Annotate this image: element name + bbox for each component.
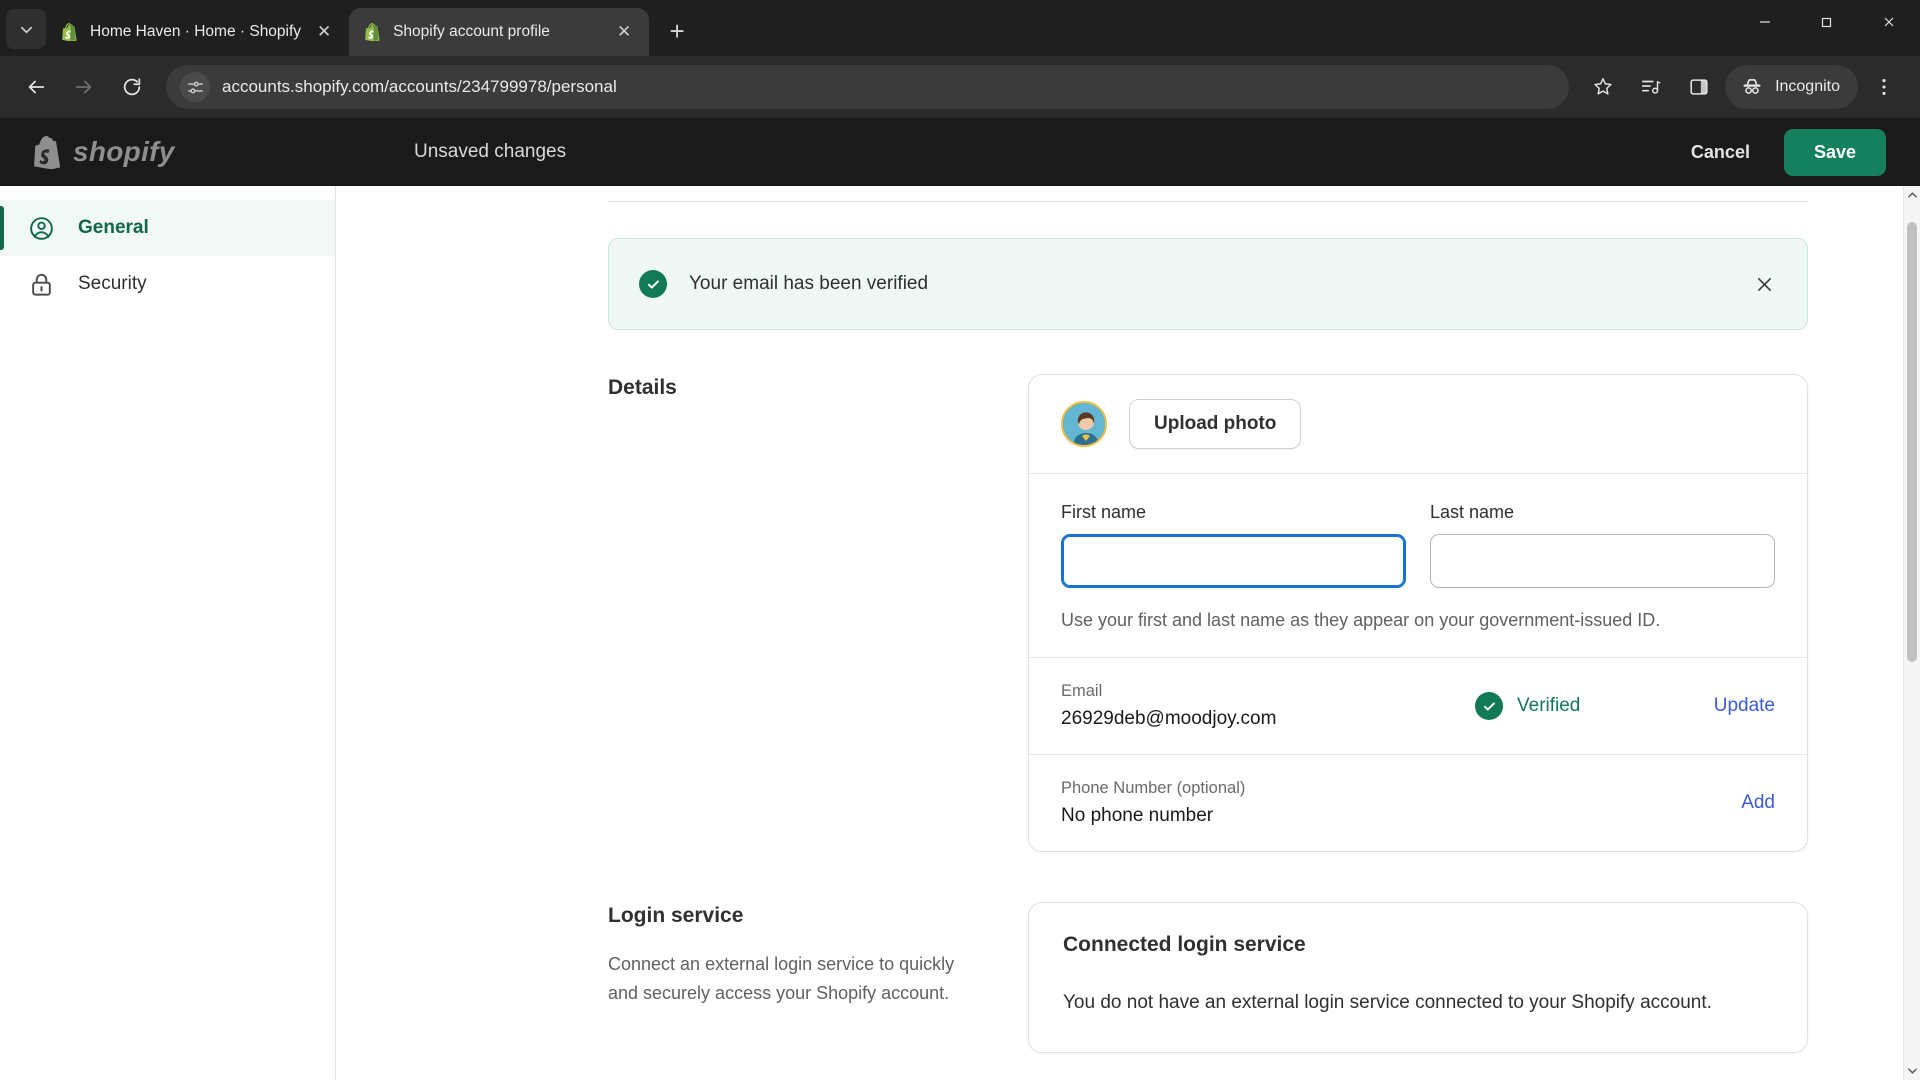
- window-controls: [1734, 0, 1920, 44]
- page-viewport: shopify Unsaved changes Cancel Save Gene…: [0, 118, 1920, 1080]
- scrollbar-thumb[interactable]: [1907, 222, 1917, 662]
- email-info: Email 26929deb@moodjoy.com: [1061, 682, 1475, 730]
- name-helper-text: Use your first and last name as they app…: [1061, 610, 1661, 630]
- first-name-field: First name: [1061, 502, 1406, 588]
- browser-toolbar: accounts.shopify.com/accounts/234799978/…: [0, 56, 1920, 118]
- shopify-favicon-icon: [60, 22, 80, 42]
- avatar[interactable]: [1061, 401, 1107, 447]
- scroll-up-arrow-icon[interactable]: [1904, 186, 1920, 203]
- sidebar-item-security[interactable]: Security: [0, 256, 335, 312]
- unsaved-changes-label: Unsaved changes: [414, 141, 567, 162]
- new-tab-plus-icon[interactable]: +: [657, 11, 697, 51]
- incognito-indicator[interactable]: Incognito: [1725, 65, 1858, 109]
- banner-close-icon[interactable]: [1747, 267, 1781, 301]
- incognito-hat-icon: [1737, 72, 1767, 102]
- connected-login-service-card: Connected login service You do not have …: [1028, 902, 1808, 1054]
- email-row: Email 26929deb@moodjoy.com Verified Upda…: [1029, 658, 1807, 754]
- browser-window: Home Haven · Home · Shopify ✕ Shopify ac…: [0, 0, 1920, 1080]
- window-close-icon[interactable]: [1858, 0, 1920, 44]
- phone-row: Phone Number (optional) No phone number …: [1029, 755, 1807, 851]
- connected-login-service-body: You do not have an external login servic…: [1063, 992, 1712, 1013]
- site-settings-icon[interactable]: [180, 72, 210, 102]
- last-name-field: Last name: [1430, 502, 1775, 588]
- add-phone-link[interactable]: Add: [1695, 792, 1775, 814]
- sidebar-item-label: Security: [78, 273, 147, 294]
- check-circle-icon: [1475, 692, 1503, 720]
- incognito-label: Incognito: [1775, 78, 1840, 95]
- content-top-divider: [608, 201, 1808, 202]
- email-label: Email: [1061, 682, 1103, 700]
- tab-title: Home Haven · Home · Shopify: [90, 23, 302, 40]
- sidebar-item-label: General: [78, 217, 149, 238]
- connected-login-service-title: Connected login service: [1063, 933, 1306, 956]
- upload-photo-button[interactable]: Upload photo: [1129, 399, 1302, 449]
- browser-tab[interactable]: Home Haven · Home · Shopify ✕: [46, 8, 349, 56]
- cancel-button[interactable]: Cancel: [1679, 132, 1762, 173]
- scroll-down-arrow-icon[interactable]: [1904, 1063, 1920, 1080]
- browser-tab[interactable]: Shopify account profile ✕: [349, 8, 650, 56]
- sidebar-item-general[interactable]: General: [0, 200, 335, 256]
- side-panel-icon[interactable]: [1677, 65, 1721, 109]
- update-email-link[interactable]: Update: [1695, 695, 1775, 717]
- last-name-label: Last name: [1430, 502, 1515, 522]
- save-button[interactable]: Save: [1783, 128, 1886, 176]
- window-maximize-icon[interactable]: [1796, 0, 1858, 44]
- address-bar[interactable]: accounts.shopify.com/accounts/234799978/…: [166, 65, 1570, 109]
- browser-menu-icon[interactable]: [1862, 65, 1906, 109]
- url-text: accounts.shopify.com/accounts/234799978/…: [222, 77, 617, 96]
- profile-photo-row: Upload photo: [1029, 375, 1807, 473]
- bookmark-star-icon[interactable]: [1581, 65, 1625, 109]
- reload-icon[interactable]: [110, 65, 154, 109]
- tab-title: Shopify account profile: [393, 23, 550, 40]
- tab-close-icon[interactable]: ✕: [311, 19, 337, 45]
- banner-message: Your email has been verified: [689, 273, 929, 294]
- login-service-heading: Login service Connect an external login …: [608, 902, 1028, 1053]
- login-service-section: Login service Connect an external login …: [608, 902, 1808, 1054]
- page-scrollbar[interactable]: [1903, 186, 1920, 1080]
- shopify-favicon-icon: [363, 22, 383, 42]
- details-card: Upload photo First name Last name Use yo…: [1028, 374, 1808, 852]
- settings-sidebar: General Security: [0, 186, 336, 1080]
- shopify-logo[interactable]: shopify: [34, 135, 414, 169]
- browser-tab-strip: Home Haven · Home · Shopify ✕ Shopify ac…: [0, 0, 1920, 56]
- phone-info: Phone Number (optional) No phone number: [1061, 779, 1695, 827]
- header-actions: Cancel Save: [1679, 128, 1886, 176]
- email-value: 26929deb@moodjoy.com: [1061, 708, 1277, 729]
- settings-main-content: Your email has been verified Details Upl…: [336, 186, 1920, 1080]
- user-circle-icon: [26, 213, 56, 243]
- lock-icon: [26, 269, 56, 299]
- status-badge: Verified: [1517, 695, 1581, 716]
- email-verified-banner: Your email has been verified: [608, 238, 1808, 330]
- first-name-input[interactable]: [1061, 534, 1406, 588]
- page-body: General Security Your email has been ver…: [0, 186, 1920, 1080]
- page-title: Details: [608, 376, 677, 399]
- phone-label: Phone Number (optional): [1061, 779, 1246, 797]
- login-service-title: Login service: [608, 904, 744, 927]
- last-name-input[interactable]: [1430, 534, 1775, 588]
- forward-arrow-icon: [62, 65, 106, 109]
- shopify-app-header: shopify Unsaved changes Cancel Save: [0, 118, 1920, 186]
- window-minimize-icon[interactable]: [1734, 0, 1796, 44]
- email-status-badge: Verified: [1475, 692, 1695, 720]
- back-arrow-icon[interactable]: [14, 65, 58, 109]
- tab-close-icon[interactable]: ✕: [611, 19, 637, 45]
- tab-search-chevron-down-icon[interactable]: [6, 9, 46, 49]
- name-fields-row: First name Last name: [1029, 474, 1807, 588]
- reading-list-icon[interactable]: [1629, 65, 1673, 109]
- shopify-wordmark: shopify: [73, 136, 175, 167]
- check-circle-icon: [639, 270, 667, 298]
- phone-value: No phone number: [1061, 805, 1214, 826]
- first-name-label: First name: [1061, 502, 1147, 522]
- details-section: Details Upload photo First name Last nam…: [608, 374, 1808, 852]
- details-section-heading: Details: [608, 374, 1028, 852]
- login-service-description: Connect an external login service to qui…: [608, 954, 955, 1004]
